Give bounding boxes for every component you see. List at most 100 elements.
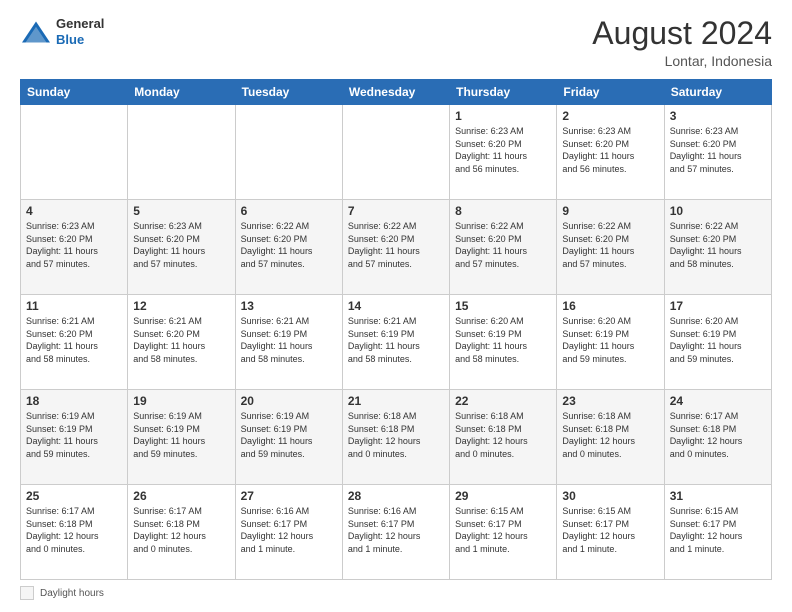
header: General Blue August 2024 Lontar, Indones…: [20, 16, 772, 69]
day-number: 10: [670, 204, 766, 218]
calendar-day-cell: 4Sunrise: 6:23 AM Sunset: 6:20 PM Daylig…: [21, 200, 128, 295]
day-number: 22: [455, 394, 551, 408]
calendar-day-cell: 3 Sunrise: 6:23 AM Sunset: 6:20 PM Daylig…: [664, 105, 771, 200]
day-info: Sunrise: 6:16 AM Sunset: 6:17 PM Dayligh…: [241, 505, 337, 555]
calendar-day-cell: 8 Sunrise: 6:22 AM Sunset: 6:20 PM Daylig…: [450, 200, 557, 295]
day-number: 1: [455, 109, 551, 123]
day-number: 6: [241, 204, 337, 218]
day-number: 26: [133, 489, 229, 503]
day-number: 9: [562, 204, 658, 218]
day-number: 29: [455, 489, 551, 503]
calendar-day-cell: 30 Sunrise: 6:15 AM Sunset: 6:17 PM Dayli…: [557, 485, 664, 580]
day-info: Sunrise: 6:15 AM Sunset: 6:17 PM Dayligh…: [455, 505, 551, 555]
day-info: Sunrise: 6:19 AM Sunset: 6:19 PM Dayligh…: [133, 410, 229, 460]
calendar-day-cell: [128, 105, 235, 200]
weekday-header: Thursday: [450, 80, 557, 105]
day-info: Sunrise: 6:23 AM Sunset: 6:20 PM Dayligh…: [26, 220, 122, 270]
day-number: 7: [348, 204, 444, 218]
day-number: 27: [241, 489, 337, 503]
day-number: 28: [348, 489, 444, 503]
day-number: 8: [455, 204, 551, 218]
logo-text: General Blue: [56, 16, 104, 47]
day-info: Sunrise: 6:17 AM Sunset: 6:18 PM Dayligh…: [670, 410, 766, 460]
calendar-week-row: 11 Sunrise: 6:21 AM Sunset: 6:20 PM Dayli…: [21, 295, 772, 390]
calendar-day-cell: 16 Sunrise: 6:20 AM Sunset: 6:19 PM Dayli…: [557, 295, 664, 390]
calendar-day-cell: 28 Sunrise: 6:16 AM Sunset: 6:17 PM Dayli…: [342, 485, 449, 580]
day-number: 11: [26, 299, 122, 313]
day-info: Sunrise: 6:21 AM Sunset: 6:20 PM Dayligh…: [133, 315, 229, 365]
day-info: Sunrise: 6:21 AM Sunset: 6:19 PM Dayligh…: [348, 315, 444, 365]
day-info: Sunrise: 6:22 AM Sunset: 6:20 PM Dayligh…: [562, 220, 658, 270]
calendar-day-cell: 15 Sunrise: 6:20 AM Sunset: 6:19 PM Dayli…: [450, 295, 557, 390]
day-number: 15: [455, 299, 551, 313]
day-info: Sunrise: 6:19 AM Sunset: 6:19 PM Dayligh…: [26, 410, 122, 460]
day-info: Sunrise: 6:23 AM Sunset: 6:20 PM Dayligh…: [455, 125, 551, 175]
calendar-day-cell: [21, 105, 128, 200]
day-info: Sunrise: 6:21 AM Sunset: 6:20 PM Dayligh…: [26, 315, 122, 365]
day-info: Sunrise: 6:20 AM Sunset: 6:19 PM Dayligh…: [455, 315, 551, 365]
calendar-day-cell: 14 Sunrise: 6:21 AM Sunset: 6:19 PM Dayli…: [342, 295, 449, 390]
day-info: Sunrise: 6:18 AM Sunset: 6:18 PM Dayligh…: [562, 410, 658, 460]
calendar-day-cell: 5 Sunrise: 6:23 AM Sunset: 6:20 PM Daylig…: [128, 200, 235, 295]
day-info: Sunrise: 6:17 AM Sunset: 6:18 PM Dayligh…: [133, 505, 229, 555]
day-number: 5: [133, 204, 229, 218]
day-info: Sunrise: 6:15 AM Sunset: 6:17 PM Dayligh…: [562, 505, 658, 555]
day-info: Sunrise: 6:22 AM Sunset: 6:20 PM Dayligh…: [241, 220, 337, 270]
calendar-day-cell: 13 Sunrise: 6:21 AM Sunset: 6:19 PM Dayli…: [235, 295, 342, 390]
day-number: 2: [562, 109, 658, 123]
calendar-day-cell: 19Sunrise: 6:19 AM Sunset: 6:19 PM Dayli…: [128, 390, 235, 485]
calendar-day-cell: 20 Sunrise: 6:19 AM Sunset: 6:19 PM Dayli…: [235, 390, 342, 485]
title-block: August 2024 Lontar, Indonesia: [592, 16, 772, 69]
day-number: 24: [670, 394, 766, 408]
weekday-header: Wednesday: [342, 80, 449, 105]
day-info: Sunrise: 6:23 AM Sunset: 6:20 PM Dayligh…: [133, 220, 229, 270]
calendar-header-row: SundayMondayTuesdayWednesdayThursdayFrid…: [21, 80, 772, 105]
day-number: 3: [670, 109, 766, 123]
calendar-week-row: 1 Sunrise: 6:23 AM Sunset: 6:20 PM Daylig…: [21, 105, 772, 200]
day-info: Sunrise: 6:15 AM Sunset: 6:17 PM Dayligh…: [670, 505, 766, 555]
month-title: August 2024: [592, 16, 772, 51]
day-info: Sunrise: 6:19 AM Sunset: 6:19 PM Dayligh…: [241, 410, 337, 460]
calendar-week-row: 4Sunrise: 6:23 AM Sunset: 6:20 PM Daylig…: [21, 200, 772, 295]
page: General Blue August 2024 Lontar, Indones…: [0, 0, 792, 612]
logo: General Blue: [20, 16, 104, 47]
calendar-day-cell: 12 Sunrise: 6:21 AM Sunset: 6:20 PM Dayli…: [128, 295, 235, 390]
day-info: Sunrise: 6:16 AM Sunset: 6:17 PM Dayligh…: [348, 505, 444, 555]
day-number: 23: [562, 394, 658, 408]
calendar-day-cell: [235, 105, 342, 200]
day-number: 30: [562, 489, 658, 503]
calendar-day-cell: 21Sunrise: 6:18 AM Sunset: 6:18 PM Dayli…: [342, 390, 449, 485]
day-info: Sunrise: 6:21 AM Sunset: 6:19 PM Dayligh…: [241, 315, 337, 365]
calendar-day-cell: 18 Sunrise: 6:19 AM Sunset: 6:19 PM Dayli…: [21, 390, 128, 485]
day-info: Sunrise: 6:23 AM Sunset: 6:20 PM Dayligh…: [670, 125, 766, 175]
day-number: 17: [670, 299, 766, 313]
day-info: Sunrise: 6:22 AM Sunset: 6:20 PM Dayligh…: [348, 220, 444, 270]
logo-blue: Blue: [56, 32, 104, 48]
weekday-header: Sunday: [21, 80, 128, 105]
calendar-week-row: 18 Sunrise: 6:19 AM Sunset: 6:19 PM Dayli…: [21, 390, 772, 485]
day-number: 18: [26, 394, 122, 408]
day-info: Sunrise: 6:22 AM Sunset: 6:20 PM Dayligh…: [455, 220, 551, 270]
day-number: 31: [670, 489, 766, 503]
calendar-day-cell: 25 Sunrise: 6:17 AM Sunset: 6:18 PM Dayli…: [21, 485, 128, 580]
day-number: 13: [241, 299, 337, 313]
day-info: Sunrise: 6:20 AM Sunset: 6:19 PM Dayligh…: [670, 315, 766, 365]
day-number: 14: [348, 299, 444, 313]
day-number: 25: [26, 489, 122, 503]
calendar-day-cell: 6 Sunrise: 6:22 AM Sunset: 6:20 PM Daylig…: [235, 200, 342, 295]
logo-general: General: [56, 16, 104, 32]
calendar-day-cell: [342, 105, 449, 200]
day-info: Sunrise: 6:20 AM Sunset: 6:19 PM Dayligh…: [562, 315, 658, 365]
day-info: Sunrise: 6:17 AM Sunset: 6:18 PM Dayligh…: [26, 505, 122, 555]
calendar-day-cell: 9 Sunrise: 6:22 AM Sunset: 6:20 PM Daylig…: [557, 200, 664, 295]
day-info: Sunrise: 6:18 AM Sunset: 6:18 PM Dayligh…: [348, 410, 444, 460]
calendar-day-cell: 31 Sunrise: 6:15 AM Sunset: 6:17 PM Dayli…: [664, 485, 771, 580]
calendar-day-cell: 29 Sunrise: 6:15 AM Sunset: 6:17 PM Dayli…: [450, 485, 557, 580]
calendar-table: SundayMondayTuesdayWednesdayThursdayFrid…: [20, 79, 772, 580]
calendar-day-cell: 2Sunrise: 6:23 AM Sunset: 6:20 PM Daylig…: [557, 105, 664, 200]
day-number: 20: [241, 394, 337, 408]
day-number: 12: [133, 299, 229, 313]
day-number: 16: [562, 299, 658, 313]
calendar-day-cell: 23 Sunrise: 6:18 AM Sunset: 6:18 PM Dayli…: [557, 390, 664, 485]
day-info: Sunrise: 6:18 AM Sunset: 6:18 PM Dayligh…: [455, 410, 551, 460]
